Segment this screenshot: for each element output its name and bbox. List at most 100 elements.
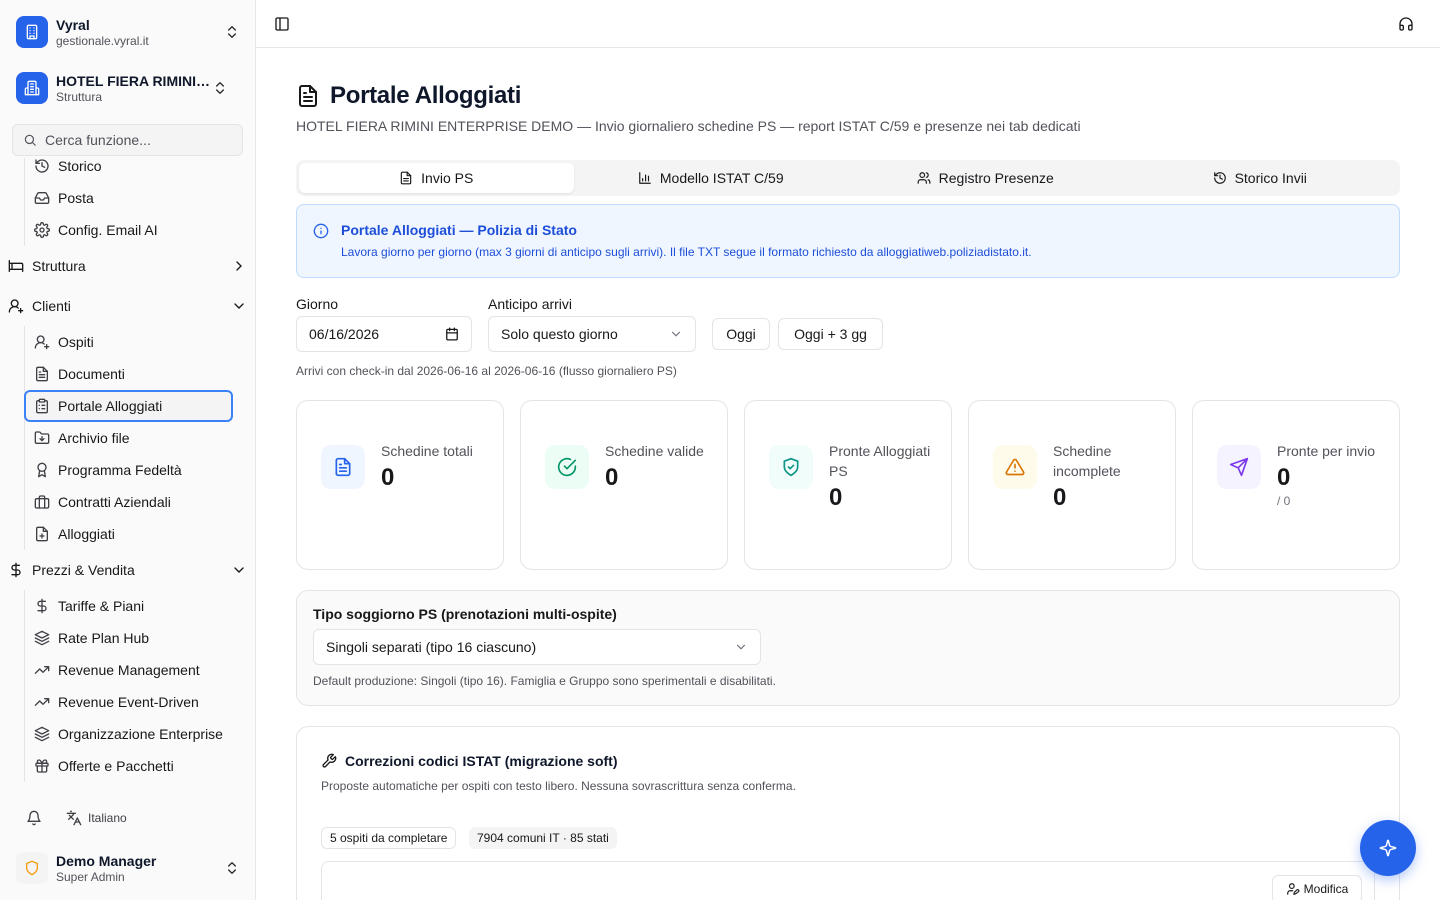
stat-value: 0 xyxy=(605,464,619,491)
chevron-down-icon xyxy=(231,298,247,314)
sidebar-group-clienti[interactable]: Clienti xyxy=(0,286,247,326)
file-text-icon xyxy=(321,445,365,489)
gift-icon xyxy=(34,758,50,774)
sidebar-item-label: Storico xyxy=(58,158,102,174)
translate-icon xyxy=(66,810,82,826)
stat-label: Schedine totali xyxy=(381,443,473,459)
sidebar-group-prezzi-vendita[interactable]: Prezzi & Vendita xyxy=(0,550,247,590)
search-input[interactable] xyxy=(45,132,225,148)
sidebar-item-contratti-aziendali[interactable]: Contratti Aziendali xyxy=(24,486,233,518)
stat-label: Schedine incomplete xyxy=(1053,443,1121,479)
sidebar-item-revenue-management[interactable]: Revenue Management xyxy=(24,654,233,686)
stat-card-incomplete: Schedine incomplete 0 xyxy=(968,400,1176,570)
date-input[interactable]: 06/16/2026 xyxy=(296,316,472,352)
stat-card-total: Schedine totali 0 xyxy=(296,400,504,570)
file-shield-icon xyxy=(34,526,50,542)
sidebar-item-label: Posta xyxy=(58,190,94,206)
istat-corrections-card: Correzioni codici ISTAT (migrazione soft… xyxy=(296,726,1400,900)
calendar-icon[interactable] xyxy=(445,327,459,341)
sidebar-item-storico[interactable]: Storico xyxy=(24,158,233,182)
sidebar-item-label: Organizzazione Enterprise xyxy=(58,726,223,742)
history-icon xyxy=(1213,171,1235,185)
send-icon xyxy=(1217,445,1261,489)
warning-icon xyxy=(993,445,1037,489)
stat-card-ready-send: Pronte per invio 0 / 0 xyxy=(1192,400,1400,570)
sidebar-item-label: Portale Alloggiati xyxy=(58,398,163,414)
advance-select[interactable]: Solo questo giorno xyxy=(488,316,696,352)
document-icon xyxy=(399,171,421,185)
tab-invio-ps[interactable]: Invio PS xyxy=(299,163,574,193)
sidebar-item-organizzazione-enterprise[interactable]: Organizzazione Enterprise xyxy=(24,718,233,750)
check-circle-icon xyxy=(545,445,589,489)
sidebar-item-label: Config. Email AI xyxy=(58,222,158,238)
sidebar-item-label: Offerte e Pacchetti xyxy=(58,758,174,774)
sidebar-item-portale-alloggiati[interactable]: Portale Alloggiati xyxy=(24,390,233,422)
istat-desc: Proposte automatiche per ospiti con test… xyxy=(321,779,796,793)
tab-modello-istat[interactable]: Modello ISTAT C/59 xyxy=(574,163,849,193)
sidebar-item-label: Contratti Aziendali xyxy=(58,494,171,510)
page-title: Portale Alloggiati xyxy=(330,82,522,109)
sidebar-item-rate-plan-hub[interactable]: Rate Plan Hub xyxy=(24,622,233,654)
sidebar-group-struttura[interactable]: Struttura xyxy=(0,246,247,286)
tab-label: Registro Presenze xyxy=(938,170,1054,186)
stat-label: Schedine valide xyxy=(605,443,704,459)
stat-value: 0 xyxy=(1053,484,1067,511)
org-switcher[interactable]: Vyral gestionale.vyral.it xyxy=(8,8,248,56)
chevron-right-icon xyxy=(231,258,247,274)
tab-list: Invio PS Modello ISTAT C/59 Registro Pre… xyxy=(296,160,1400,196)
headset-icon[interactable] xyxy=(1392,10,1420,38)
sidebar-item-revenue-event-driven[interactable]: Revenue Event-Driven xyxy=(24,686,233,718)
language-selector[interactable]: Italiano xyxy=(66,810,127,826)
today-button[interactable]: Oggi xyxy=(712,318,770,350)
briefcase-icon xyxy=(34,494,50,510)
stay-type-value: Singoli separati (tipo 16 ciascuno) xyxy=(326,639,537,655)
user-name: Demo Manager xyxy=(56,852,157,869)
sidebar-item-label: Ospiti xyxy=(58,334,94,350)
stay-type-select[interactable]: Singoli separati (tipo 16 ciascuno) xyxy=(313,629,761,665)
stat-value: 0 xyxy=(381,464,395,491)
tab-registro-presenze[interactable]: Registro Presenze xyxy=(848,163,1123,193)
advance-label: Anticipo arrivi xyxy=(488,296,573,312)
advance-value: Solo questo giorno xyxy=(501,326,618,342)
sidebar-item-label: Rate Plan Hub xyxy=(58,630,150,646)
chevrons-up-down-icon xyxy=(224,860,240,876)
function-search[interactable] xyxy=(12,124,243,156)
stay-type-card: Tipo soggiorno PS (prenotazioni multi-os… xyxy=(296,590,1400,706)
tab-storico-invii[interactable]: Storico Invii xyxy=(1123,163,1398,193)
sidebar-item-programma-fedelta[interactable]: Programma Fedeltà xyxy=(24,454,233,486)
sidebar-item-tariffe-piani[interactable]: Tariffe & Piani xyxy=(24,590,233,622)
sidebar-item-alloggiati[interactable]: Alloggiati xyxy=(24,518,233,550)
bell-icon[interactable] xyxy=(26,810,42,826)
istat-title: Correzioni codici ISTAT (migrazione soft… xyxy=(345,753,618,769)
chevron-down-icon xyxy=(734,640,748,654)
edit-button[interactable]: Modifica xyxy=(1272,875,1362,900)
sidebar-item-label: Alloggiati xyxy=(58,526,115,542)
sidebar-item-posta[interactable]: Posta xyxy=(24,182,233,214)
user-pen-icon xyxy=(1286,882,1300,896)
language-label: Italiano xyxy=(88,811,127,825)
history-icon xyxy=(34,158,50,174)
stat-value: 0 xyxy=(1277,464,1291,491)
date-range-hint: Arrivi con check-in dal 2026-06-16 al 20… xyxy=(296,364,677,378)
sidebar-item-offerte-pacchetti[interactable]: Offerte e Pacchetti xyxy=(24,750,233,782)
sidebar-item-documenti[interactable]: Documenti xyxy=(24,358,233,390)
sidebar-item-archivio-file[interactable]: Archivio file xyxy=(24,422,233,454)
user-role: Super Admin xyxy=(56,869,125,884)
edit-label: Modifica xyxy=(1303,882,1349,896)
guests-missing-badge: 5 ospiti da completare xyxy=(321,827,457,849)
sidebar-item-config-email-ai[interactable]: Config. Email AI xyxy=(24,214,233,246)
user-menu[interactable]: Demo Manager Super Admin xyxy=(8,844,248,892)
document-icon xyxy=(296,84,320,108)
date-value: 06/16/2026 xyxy=(309,326,380,342)
today-plus-3-button[interactable]: Oggi + 3 gg xyxy=(778,318,883,350)
sidebar-toggle-icon[interactable] xyxy=(268,10,296,38)
ai-assistant-button[interactable] xyxy=(1360,820,1416,876)
property-switcher[interactable]: HOTEL FIERA RIMINI ENTERPRISE DEMO Strut… xyxy=(8,64,248,112)
sidebar-item-ospiti[interactable]: Ospiti xyxy=(24,326,233,358)
stay-type-hint: Default produzione: Singoli (tipo 16). F… xyxy=(313,674,776,688)
info-icon xyxy=(313,223,329,239)
user-icon xyxy=(8,298,24,314)
stat-card-valid: Schedine valide 0 xyxy=(520,400,728,570)
chevrons-up-down-icon xyxy=(224,24,240,40)
sidebar-item-label: Documenti xyxy=(58,366,125,382)
